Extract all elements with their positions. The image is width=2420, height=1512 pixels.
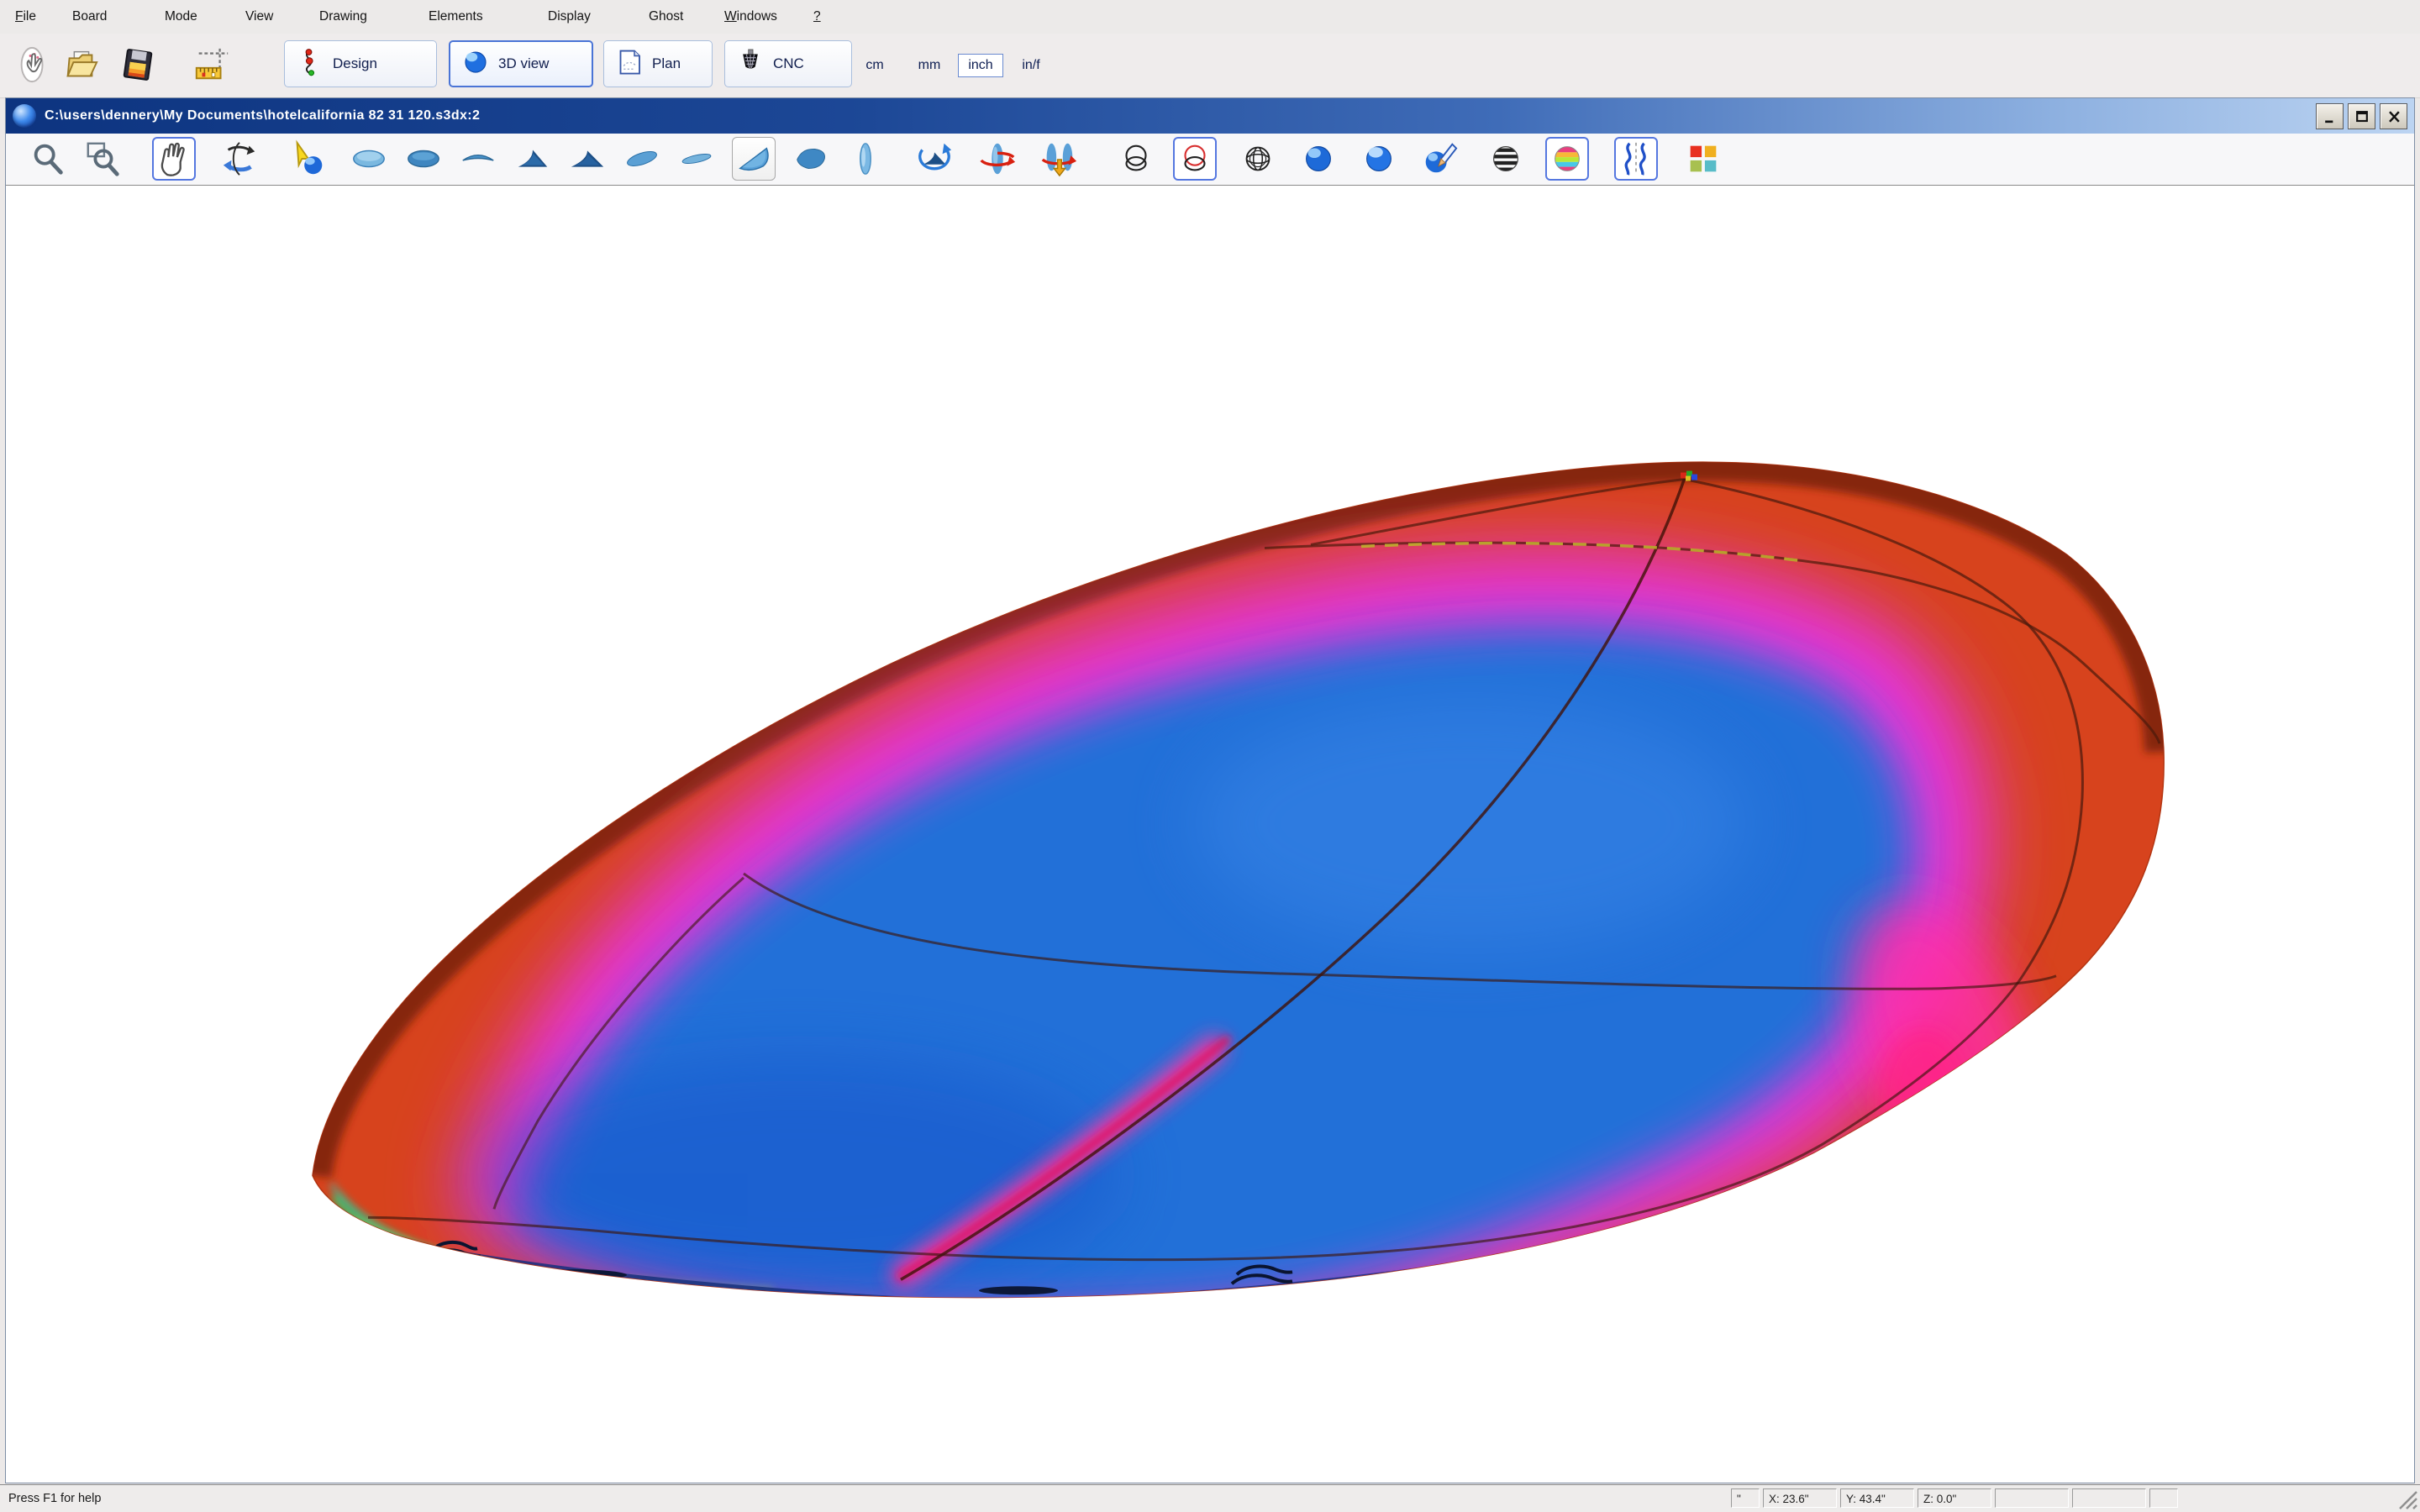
- viewport-canvas[interactable]: [6, 186, 2414, 1483]
- close-button[interactable]: [2380, 103, 2407, 129]
- view-side-icon[interactable]: [456, 137, 500, 181]
- rotate-3d-icon[interactable]: [218, 137, 261, 181]
- unit-in-f[interactable]: in/f: [1011, 54, 1051, 77]
- status-unit-symbol: ": [1731, 1488, 1760, 1508]
- board-3d-render[interactable]: [6, 186, 2414, 1483]
- display-wireframe-icon[interactable]: [1236, 137, 1280, 181]
- unit-cm[interactable]: cm: [859, 54, 891, 77]
- document-icon: [13, 104, 36, 128]
- display-curvature-icon[interactable]: [1545, 137, 1589, 181]
- status-help-text: Press F1 for help: [8, 1485, 101, 1512]
- mode-button-label: Plan: [652, 55, 681, 72]
- display-painted-icon[interactable]: [1418, 137, 1461, 181]
- display-flow-lines-icon[interactable]: [1614, 137, 1658, 181]
- save-icon[interactable]: [116, 42, 160, 87]
- display-slices-colored-icon[interactable]: [1173, 137, 1217, 181]
- view-bottom-icon[interactable]: [402, 137, 445, 181]
- mode-button-label: CNC: [773, 55, 804, 72]
- status-bar: Press F1 for help "X: 23.6"Y: 43.4"Z: 0.…: [0, 1484, 2420, 1512]
- document-window: C:\users\dennery\My Documents\hotelcalif…: [5, 97, 2415, 1483]
- menu-bar: File Board Mode View Drawing Elements Display G…: [0, 0, 2420, 34]
- unit-inch[interactable]: inch: [958, 54, 1003, 77]
- design-icon: [295, 47, 325, 81]
- status-y-coordinate: Y: 43.4": [1840, 1488, 1914, 1508]
- window-buttons: [2316, 103, 2407, 129]
- select-3d-icon[interactable]: [287, 137, 330, 181]
- plan-icon: [614, 47, 644, 81]
- view-toolbar: [6, 134, 2414, 186]
- display-shaded-icon[interactable]: [1297, 137, 1340, 181]
- resize-grip[interactable]: [2396, 1488, 2418, 1510]
- view-outline-front-icon[interactable]: [844, 137, 887, 181]
- unit-mm[interactable]: mm: [912, 54, 947, 77]
- view-front-icon[interactable]: [511, 137, 555, 181]
- rotate-horizontal-icon[interactable]: [976, 137, 1019, 181]
- maximize-button[interactable]: [2348, 103, 2375, 129]
- open-folder-icon[interactable]: [59, 42, 103, 87]
- display-colors-icon[interactable]: [1681, 137, 1725, 181]
- view-perspective-1-icon[interactable]: [620, 137, 664, 181]
- minimize-button[interactable]: [2316, 103, 2344, 129]
- new-board-icon[interactable]: [12, 42, 55, 87]
- mode-button-3d-view[interactable]: 3D view: [449, 40, 593, 87]
- status-panel-empty-2: [2072, 1488, 2146, 1508]
- document-title-bar[interactable]: C:\users\dennery\My Documents\hotelcalif…: [6, 98, 2414, 134]
- menu-item-help[interactable]: ?: [813, 0, 821, 34]
- menu-item-drawing[interactable]: Drawing: [319, 0, 367, 34]
- menu-item-windows[interactable]: Windows: [724, 0, 777, 34]
- status-z-coordinate: Z: 0.0": [1918, 1488, 1991, 1508]
- view-back-icon[interactable]: [566, 137, 609, 181]
- mode-button-label: 3D view: [498, 55, 549, 72]
- shape3d-application: { "menu": { "items": [ {"label":"File","…: [0, 0, 2420, 1512]
- menu-item-display[interactable]: Display: [548, 0, 591, 34]
- flip-board-icon[interactable]: [1037, 137, 1081, 181]
- dimensions-icon[interactable]: [190, 42, 234, 87]
- pan-hand-icon[interactable]: [152, 137, 196, 181]
- view-perspective-4-icon[interactable]: [789, 137, 833, 181]
- display-shaded-smooth-icon[interactable]: [1357, 137, 1401, 181]
- status-panel-empty-1: [1995, 1488, 2069, 1508]
- view-top-icon[interactable]: [347, 137, 391, 181]
- document-title: C:\users\dennery\My Documents\hotelcalif…: [45, 108, 480, 123]
- zoom-area-icon[interactable]: [81, 137, 124, 181]
- view-perspective-3-icon[interactable]: [732, 137, 776, 181]
- mode-button-plan[interactable]: Plan: [603, 40, 713, 87]
- menu-item-file[interactable]: File: [15, 0, 36, 34]
- mode-button-cnc[interactable]: CNC: [724, 40, 852, 87]
- mode-button-design[interactable]: Design: [284, 40, 437, 87]
- cnc-icon: [735, 47, 765, 81]
- mode-button-label: Design: [333, 55, 377, 72]
- sphere3d-icon: [460, 47, 491, 81]
- rotate-front-icon[interactable]: [913, 137, 956, 181]
- status-x-coordinate: X: 23.6": [1763, 1488, 1837, 1508]
- main-toolbar: Design 3D view Plan CNC cmmminch in/f: [0, 34, 2420, 98]
- menu-item-elements[interactable]: Elements: [429, 0, 483, 34]
- menu-item-board[interactable]: Board: [72, 0, 107, 34]
- menu-item-mode[interactable]: Mode: [165, 0, 197, 34]
- zoom-icon[interactable]: [26, 137, 70, 181]
- menu-item-ghost[interactable]: Ghost: [649, 0, 683, 34]
- menu-item-view[interactable]: View: [245, 0, 273, 34]
- view-perspective-2-icon[interactable]: [675, 137, 718, 181]
- display-slices-icon[interactable]: [1114, 137, 1158, 181]
- display-zebra-icon[interactable]: [1484, 137, 1528, 181]
- status-panel-empty-3: [2149, 1488, 2178, 1508]
